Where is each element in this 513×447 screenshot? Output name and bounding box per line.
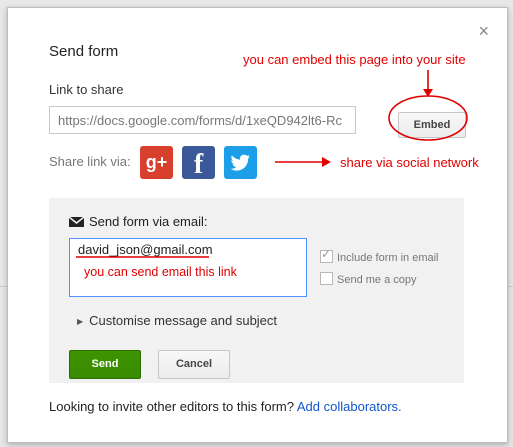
email-heading: Send form via email: [69,214,208,229]
customise-toggle[interactable]: ▶ Customise message and subject [77,313,277,328]
customise-label: Customise message and subject [89,313,278,328]
twitter-icon[interactable] [224,146,257,179]
link-to-share-label: Link to share [49,82,124,97]
footer: Looking to invite other editors to this … [49,399,402,414]
annotation-email: you can send email this link [84,265,237,279]
dialog-title: Send form [49,43,119,60]
include-form-label: Include form in email [337,252,439,264]
include-form-checkbox[interactable] [320,247,333,263]
google-plus-icon[interactable]: g+ [140,146,173,179]
facebook-icon[interactable]: f [182,146,215,180]
cancel-button[interactable]: Cancel [158,350,230,379]
send-copy-checkbox[interactable] [320,272,333,285]
send-button[interactable]: Send [69,350,141,379]
envelope-icon [69,217,84,227]
close-icon[interactable]: × [478,22,489,40]
add-collaborators-link[interactable]: Add collaborators. [297,399,402,414]
triangle-right-icon: ▶ [77,317,84,326]
email-panel: Send form via email: david_json@gmail.co… [49,198,464,383]
include-form-option[interactable]: Include form in email [320,247,439,264]
share-via-label: Share link via: [49,154,131,169]
annotation-embed: you can embed this page into your site [243,52,466,67]
send-copy-option[interactable]: Send me a copy [320,272,417,286]
embed-button[interactable]: Embed [398,112,466,138]
footer-text: Looking to invite other editors to this … [49,399,294,414]
email-heading-text: Send form via email: [89,214,208,229]
annotation-social: share via social network [340,155,479,170]
send-form-dialog: × Send form Link to share https://docs.g… [7,7,508,443]
email-recipient: david_json@gmail.com [78,242,213,257]
send-copy-label: Send me a copy [337,274,417,286]
share-link-field[interactable]: https://docs.google.com/forms/d/1xeQD942… [49,106,356,134]
